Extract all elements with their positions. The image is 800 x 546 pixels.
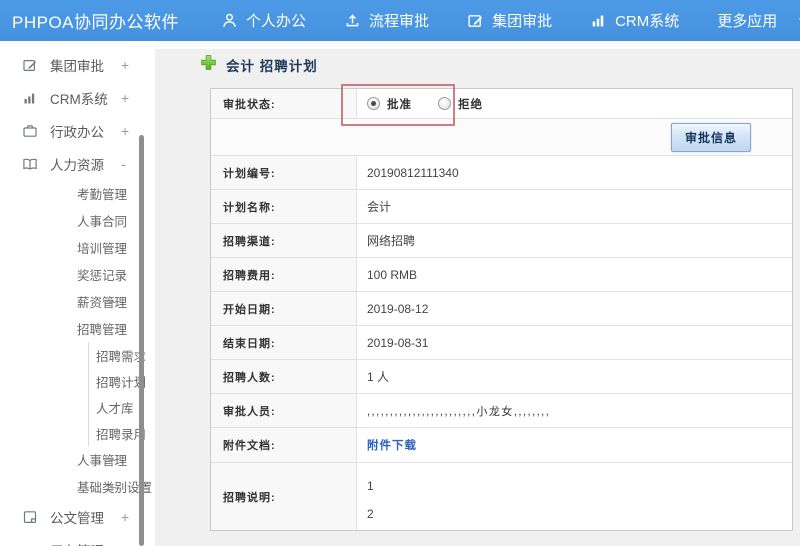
expand-toggle[interactable]: + — [121, 509, 129, 525]
table-row: 招聘人数: 1 人 — [211, 360, 792, 394]
sidebar-item-crm-system[interactable]: CRM系统 + — [0, 81, 155, 114]
radio-checked-icon[interactable] — [367, 97, 380, 110]
expand-toggle[interactable]: + — [121, 57, 129, 73]
top-navigation: 个人办公 流程审批 集团审批 CRM系统 更多应用 — [221, 10, 800, 31]
edit-icon — [467, 12, 484, 29]
vehicle-icon — [22, 542, 38, 546]
app-window: PHPOA协同办公软件 个人办公 流程审批 集团审批 CRM系统 更多应用 集团… — [0, 0, 800, 546]
table-row: 计划编号: 20190812111340 — [211, 156, 792, 190]
table-row: 审批人员: ,,,,,,,,,,,,,,,,,,,,,,,,小龙女,,,,,,,… — [211, 394, 792, 428]
sidebar-item-personnel-management[interactable]: 人事管理 + — [0, 446, 155, 473]
sidebar-item-admin-office[interactable]: 行政办公 + — [0, 114, 155, 147]
reject-radio-option[interactable]: 拒绝 — [438, 96, 483, 112]
expand-toggle[interactable]: + — [121, 90, 129, 106]
radio-unchecked-icon[interactable] — [438, 97, 451, 110]
field-label: 审批状态: — [211, 89, 357, 118]
nav-group-approval[interactable]: 集团审批 — [467, 10, 552, 31]
sidebar-item-group-approval[interactable]: 集团审批 + — [0, 48, 155, 81]
field-label: 计划编号: — [211, 156, 357, 189]
approval-status-row: 审批状态: 批准 拒绝 — [211, 89, 792, 119]
nav-personal-office[interactable]: 个人办公 — [221, 10, 306, 31]
expand-toggle[interactable]: + — [108, 479, 116, 495]
table-row: 计划名称: 会计 — [211, 190, 792, 224]
recruitment-submenu: 招聘需求 招聘计划 人才库 招聘录用 — [88, 342, 155, 446]
expand-toggle[interactable]: + — [121, 542, 129, 546]
sidebar-item-basic-category-settings[interactable]: 基础类别设置 + — [0, 473, 155, 500]
end-date-value: 2019-08-31 — [367, 335, 429, 350]
field-label: 附件文档: — [211, 428, 357, 462]
approve-radio-option[interactable]: 批准 — [367, 96, 412, 112]
field-label: 计划名称: — [211, 190, 357, 223]
headcount-value: 1 人 — [367, 370, 390, 384]
briefcase-icon — [22, 123, 38, 139]
sidebar-item-recruitment-management[interactable]: 招聘管理 - — [0, 315, 155, 342]
expand-toggle[interactable]: + — [121, 123, 129, 139]
table-row: 结束日期: 2019-08-31 — [211, 326, 792, 360]
sidebar-item-recruitment-plan[interactable]: 招聘计划 — [89, 368, 155, 394]
sidebar: 集团审批 + CRM系统 + 行政办公 + 人力资源 - 考勤管理 人事合同 培… — [0, 41, 155, 546]
plan-number-value: 20190812111340 — [367, 165, 459, 180]
page-title: 会计 招聘计划 — [200, 54, 318, 76]
recruitment-cost-value: 100 RMB — [367, 267, 418, 282]
recruitment-plan-detail-table: 审批状态: 批准 拒绝 审批信息 计划编号: 20190812111340 计划… — [210, 88, 793, 531]
sidebar-item-salary-management[interactable]: 薪资管理 + — [0, 288, 155, 315]
sidebar-scrollbar[interactable] — [139, 135, 144, 546]
document-icon — [22, 509, 38, 525]
nav-more-apps[interactable]: 更多应用 — [717, 10, 777, 31]
approval-info-button[interactable]: 审批信息 — [671, 122, 752, 152]
app-logo: PHPOA协同办公软件 — [12, 13, 180, 32]
recruitment-channel-value: 网络招聘 — [367, 234, 416, 248]
attachment-download-link[interactable]: 附件下载 — [367, 437, 417, 453]
approval-status-options: 批准 拒绝 — [357, 89, 792, 118]
sidebar-item-recruitment-hiring[interactable]: 招聘录用 — [89, 420, 155, 446]
field-label: 招聘人数: — [211, 360, 357, 393]
sidebar-item-training-management[interactable]: 培训管理 — [0, 234, 155, 261]
collapse-toggle[interactable]: - — [121, 156, 126, 172]
field-label: 招聘说明: — [211, 463, 357, 530]
field-label: 招聘费用: — [211, 258, 357, 291]
table-row: 附件文档: 附件下载 — [211, 428, 792, 463]
field-label: 结束日期: — [211, 326, 357, 359]
approvers-value: ,,,,,,,,,,,,,,,,,,,,,,,,小龙女,,,,,,,, — [367, 405, 551, 418]
field-label: 招聘渠道: — [211, 224, 357, 257]
expand-toggle[interactable]: + — [108, 294, 116, 310]
approval-action-row: 审批信息 — [211, 119, 792, 156]
flow-icon — [344, 12, 361, 29]
table-row: 招聘渠道: 网络招聘 — [211, 224, 792, 258]
field-label: 开始日期: — [211, 292, 357, 325]
expand-toggle[interactable]: + — [108, 452, 116, 468]
chart-icon — [590, 12, 607, 29]
sidebar-item-vehicle-management[interactable]: 用车管理 + — [0, 533, 155, 546]
field-label: 审批人员: — [211, 394, 357, 427]
sidebar-item-human-resources[interactable]: 人力资源 - — [0, 147, 155, 180]
sidebar-item-document-management[interactable]: 公文管理 + — [0, 500, 155, 533]
sidebar-item-personnel-contract[interactable]: 人事合同 — [0, 207, 155, 234]
start-date-value: 2019-08-12 — [367, 301, 429, 316]
sidebar-item-recruitment-demand[interactable]: 招聘需求 — [89, 342, 155, 368]
table-row: 招聘费用: 100 RMB — [211, 258, 792, 292]
plan-name-value: 会计 — [367, 200, 392, 214]
book-icon — [22, 156, 38, 172]
table-row: 招聘说明: 1 2 — [211, 463, 792, 530]
sidebar-item-reward-punishment-records[interactable]: 奖惩记录 — [0, 261, 155, 288]
main-content: 会计 招聘计划 审批状态: 批准 拒绝 审批信息 计划编号: 201908121… — [155, 41, 800, 546]
nav-crm-system[interactable]: CRM系统 — [590, 10, 679, 31]
sidebar-item-attendance-management[interactable]: 考勤管理 — [0, 180, 155, 207]
top-bar: PHPOA协同办公软件 个人办公 流程审批 集团审批 CRM系统 更多应用 — [0, 0, 800, 41]
collapse-toggle[interactable]: - — [108, 321, 113, 337]
edit-icon — [22, 57, 38, 73]
page-title-text: 会计 招聘计划 — [226, 59, 318, 74]
nav-process-approval[interactable]: 流程审批 — [344, 10, 429, 31]
chart-icon — [22, 90, 38, 106]
sidebar-item-talent-pool[interactable]: 人才库 — [89, 394, 155, 420]
recruitment-description-value: 1 2 — [367, 479, 374, 521]
add-plus-icon[interactable] — [200, 54, 217, 76]
person-icon — [221, 12, 238, 29]
content-top-strip — [155, 41, 800, 49]
table-row: 开始日期: 2019-08-12 — [211, 292, 792, 326]
